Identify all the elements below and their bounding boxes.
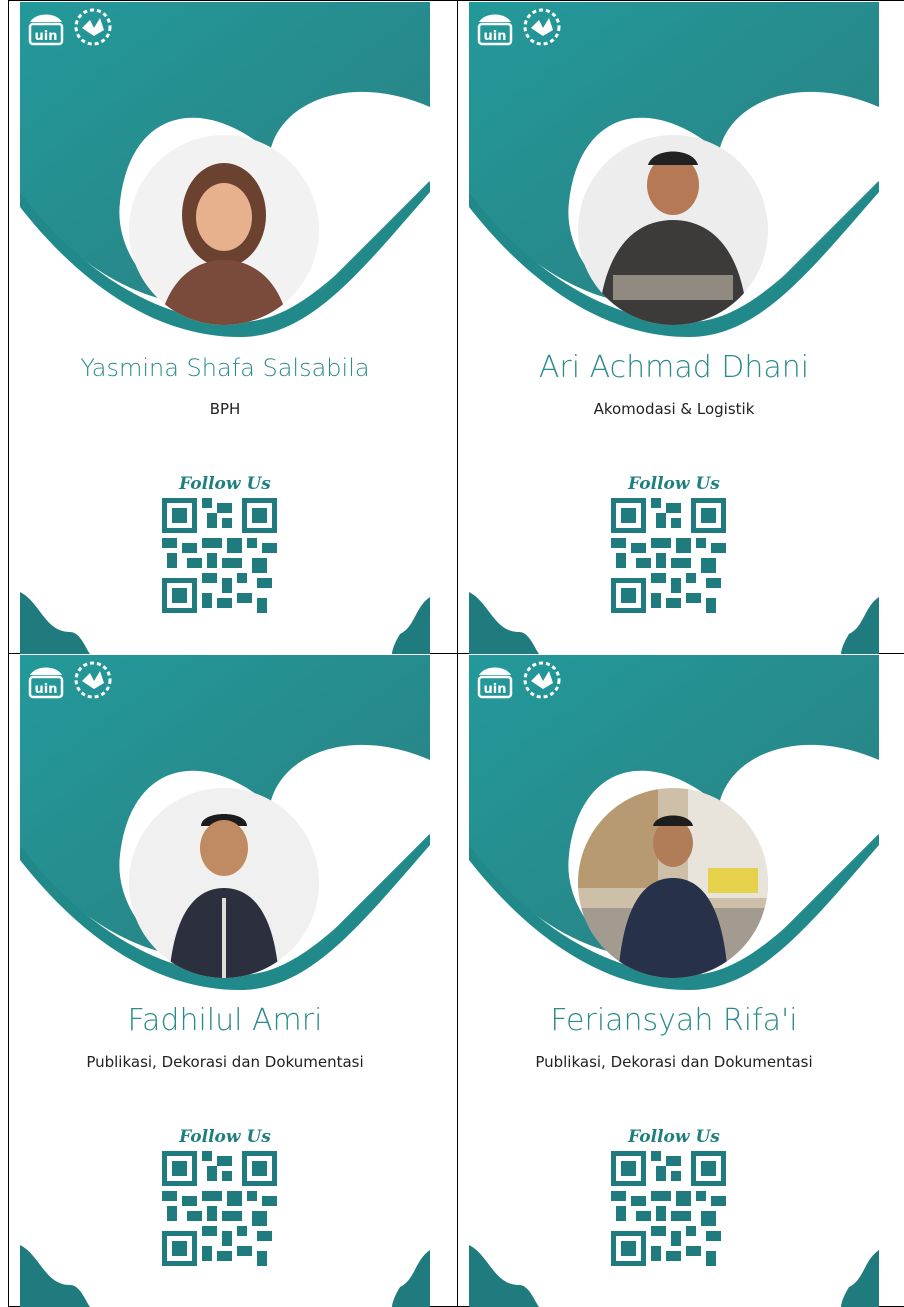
prodisi-logo [519,659,565,709]
profile-photo [578,135,768,325]
id-card: uin Feriansyah Rifa'i Publikasi, Dekoras… [469,655,879,1307]
svg-text:uin: uin [484,682,507,697]
svg-text:uin: uin [35,29,58,44]
member-name: Ari Achmad Dhani [469,350,879,385]
follow-us-label: Follow Us [469,474,879,494]
member-name: Yasmina Shafa Salsabila [20,354,430,382]
qr-code [162,498,277,613]
uin-logo: uin [26,8,66,52]
card-cell-2: uin Ari Achmad Dhani Akomodasi & Logisti… [458,1,904,654]
member-role: Publikasi, Dekorasi dan Dokumentasi [469,1053,879,1071]
qr-code [611,498,726,613]
qr-code [162,1151,277,1266]
id-card: uin Yasmina Shafa Salsabila BPH Follow U… [20,2,430,654]
member-name: Fadhilul Amri [20,1003,430,1038]
profile-photo [129,135,319,325]
member-name: Feriansyah Rifa'i [469,1003,879,1038]
prodisi-logo [519,6,565,56]
member-role: Akomodasi & Logistik [469,400,879,418]
prodisi-logo [70,6,116,56]
card-cell-1: uin Yasmina Shafa Salsabila BPH Follow U… [9,1,458,654]
uin-logo: uin [26,661,66,705]
svg-text:uin: uin [484,29,507,44]
id-card: uin Fadhilul Amri Publikasi, Dekorasi da… [20,655,430,1307]
follow-us-label: Follow Us [20,1127,430,1147]
profile-photo [129,788,319,978]
follow-us-label: Follow Us [20,474,430,494]
qr-code [611,1151,726,1266]
member-role: Publikasi, Dekorasi dan Dokumentasi [20,1053,430,1071]
prodisi-logo [70,659,116,709]
member-role: BPH [20,400,430,418]
card-cell-3: uin Fadhilul Amri Publikasi, Dekorasi da… [9,654,458,1307]
uin-logo: uin [475,8,515,52]
svg-text:uin: uin [35,682,58,697]
uin-logo: uin [475,661,515,705]
profile-photo [578,788,768,978]
card-cell-4: uin Feriansyah Rifa'i Publikasi, Dekoras… [458,654,904,1307]
cards-table: uin Yasmina Shafa Salsabila BPH Follow U… [8,0,904,1307]
id-card: uin Ari Achmad Dhani Akomodasi & Logisti… [469,2,879,654]
follow-us-label: Follow Us [469,1127,879,1147]
